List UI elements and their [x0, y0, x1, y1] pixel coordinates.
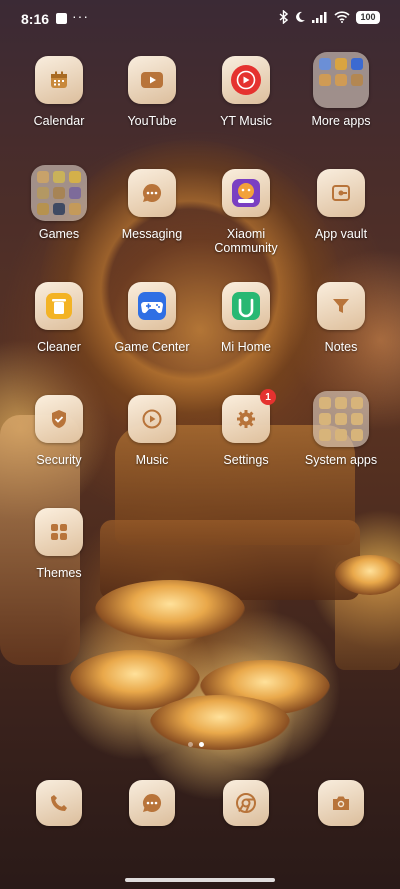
folder-more-apps[interactable]: More apps [293, 52, 389, 128]
app-app-vault[interactable]: App vault [293, 169, 389, 241]
app-music[interactable]: Music [104, 395, 200, 467]
app-yt-music[interactable]: YT Music [198, 56, 294, 128]
dock-phone[interactable] [11, 780, 107, 826]
app-label: Settings [223, 453, 269, 467]
dock-chrome[interactable] [198, 780, 294, 826]
battery-icon: 100 [356, 10, 380, 24]
wifi-icon [334, 11, 350, 23]
app-label: Game Center [114, 340, 190, 354]
app-calendar[interactable]: Calendar [11, 56, 107, 128]
dnd-moon-icon [296, 11, 305, 22]
folder-system-apps[interactable]: System apps [293, 391, 389, 467]
wallpaper-diya-5 [335, 555, 400, 595]
app-label: YT Music [220, 114, 272, 128]
app-cleaner[interactable]: Cleaner [11, 282, 107, 354]
status-time: 8:16 [21, 11, 50, 27]
app-label: Themes [36, 566, 82, 580]
app-vault-icon [317, 169, 365, 217]
page-dot-active[interactable] [199, 742, 204, 747]
calendar-icon [35, 56, 83, 104]
gear-icon: 1 [222, 389, 276, 443]
app-label: Music [135, 453, 169, 467]
trash-icon [35, 282, 83, 330]
wallpaper-diya-1 [95, 580, 245, 640]
app-label: Security [36, 453, 82, 467]
app-game-center[interactable]: Game Center [104, 282, 200, 354]
chrome-icon [223, 780, 269, 826]
yt-music-icon [222, 56, 270, 104]
gamepad-icon [128, 282, 176, 330]
xiaomi-community-icon [222, 169, 270, 217]
more-notifications-icon: ··· [72, 8, 89, 24]
bluetooth-icon [279, 10, 288, 24]
phone-icon [36, 780, 82, 826]
app-security[interactable]: Security [11, 395, 107, 467]
message-icon [129, 780, 175, 826]
app-messaging[interactable]: Messaging [104, 169, 200, 241]
screenshot-notification-icon [56, 13, 67, 24]
app-label: Calendar [33, 114, 85, 128]
folder-icon [313, 391, 369, 447]
grid-icon [35, 508, 83, 556]
app-label: More apps [311, 114, 371, 128]
app-mi-home[interactable]: Mi Home [198, 282, 294, 354]
mi-home-icon [222, 282, 270, 330]
page-dot[interactable] [188, 742, 193, 747]
home-indicator[interactable] [125, 878, 275, 882]
app-label: System apps [304, 453, 378, 467]
wallpaper-diya-4 [150, 695, 290, 750]
status-bar: 8:16 ··· 100 [0, 0, 400, 38]
app-xiaomi-community[interactable]: Xiaomi Community [198, 169, 294, 255]
notification-badge: 1 [260, 389, 276, 405]
app-label: Messaging [121, 227, 183, 241]
folder-icon [313, 52, 369, 108]
app-notes[interactable]: Notes [293, 282, 389, 354]
page-indicator[interactable] [188, 742, 204, 747]
app-label: YouTube [127, 114, 177, 128]
app-label: Mi Home [220, 340, 271, 354]
signal-icon [312, 12, 327, 23]
folder-games[interactable]: Games [11, 165, 107, 241]
app-label: Games [38, 227, 80, 241]
camera-icon [318, 780, 364, 826]
app-label: Notes [324, 340, 358, 354]
notes-icon [317, 282, 365, 330]
app-themes[interactable]: Themes [11, 508, 107, 580]
dock-messaging[interactable] [104, 780, 200, 826]
message-icon [128, 169, 176, 217]
app-label: Cleaner [37, 340, 81, 354]
app-settings[interactable]: 1 Settings [198, 389, 294, 467]
dock-camera[interactable] [293, 780, 389, 826]
folder-icon [31, 165, 87, 221]
app-label: Xiaomi Community [214, 227, 278, 255]
app-youtube[interactable]: YouTube [104, 56, 200, 128]
shield-icon [35, 395, 83, 443]
status-icons: 100 [279, 10, 380, 24]
app-label: App vault [314, 227, 368, 241]
youtube-icon [128, 56, 176, 104]
play-icon [128, 395, 176, 443]
